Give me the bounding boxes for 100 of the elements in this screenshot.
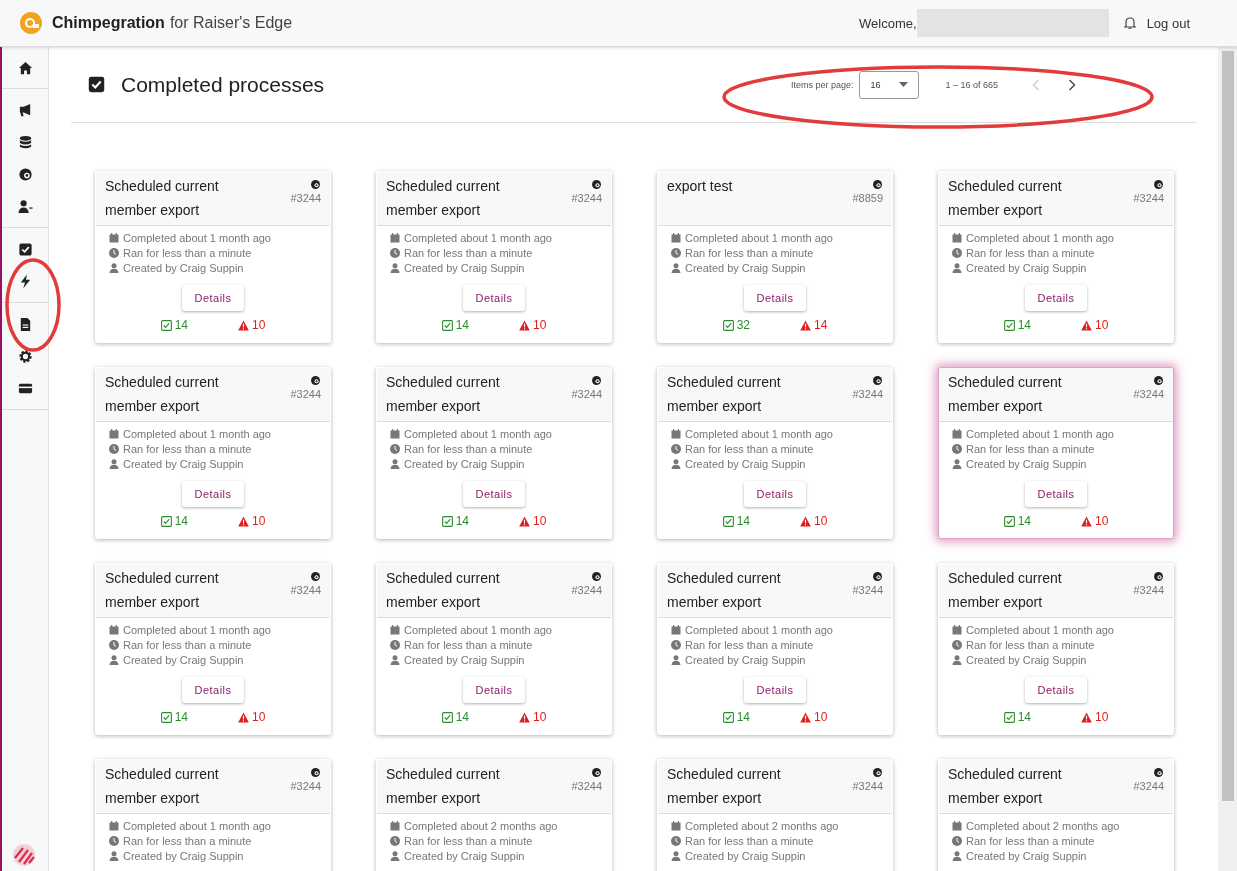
calendar-icon <box>952 233 962 243</box>
user-icon <box>952 263 962 273</box>
check-square-icon <box>1003 711 1015 723</box>
check-square-icon <box>1003 319 1015 331</box>
process-id: #3244 <box>571 192 602 204</box>
process-id: #3244 <box>852 584 883 596</box>
clock-icon <box>952 444 962 454</box>
items-per-page-label: Items per page: <box>790 79 854 90</box>
warning-count: 10 <box>814 514 828 528</box>
process-id: #3244 <box>1133 584 1164 596</box>
calendar-icon <box>952 625 962 635</box>
card-title: Scheduled current member export <box>386 177 501 220</box>
details-button[interactable]: Details <box>463 481 525 507</box>
process-id: #3244 <box>852 780 883 792</box>
details-button[interactable]: Details <box>1025 481 1087 507</box>
user-icon <box>952 459 962 469</box>
details-button[interactable]: Details <box>463 677 525 703</box>
logo-icon <box>20 12 42 34</box>
calendar-icon <box>671 821 681 831</box>
creator-text: Created by Craig Suppin <box>404 262 525 274</box>
warning-icon <box>238 515 249 527</box>
calendar-icon <box>109 821 119 831</box>
bell-icon[interactable] <box>1122 16 1137 30</box>
details-button[interactable]: Details <box>182 285 244 311</box>
completed-text: Completed about 1 month ago <box>685 624 833 636</box>
stripes-logo-icon <box>12 843 36 867</box>
card-title: Scheduled current member export <box>105 569 220 612</box>
creator-text: Created by Craig Suppin <box>966 654 1087 666</box>
process-id: #3244 <box>571 388 602 400</box>
user-icon <box>390 655 400 665</box>
success-count: 32 <box>736 318 750 332</box>
calendar-icon <box>390 821 400 831</box>
success-count: 14 <box>1017 318 1031 332</box>
completed-text: Completed about 1 month ago <box>123 428 271 440</box>
chevron-left-icon <box>1032 78 1040 91</box>
clock-icon <box>952 836 962 846</box>
check-square-icon <box>441 319 453 331</box>
completed-text: Completed about 1 month ago <box>404 232 552 244</box>
duration-text: Ran for less than a minute <box>966 443 1095 455</box>
completed-text: Completed about 1 month ago <box>966 232 1114 244</box>
clock-icon <box>952 640 962 650</box>
details-button[interactable]: Details <box>1025 285 1087 311</box>
completed-text: Completed about 1 month ago <box>685 428 833 440</box>
clock-icon <box>390 836 400 846</box>
warning-count: 10 <box>1095 710 1109 724</box>
warning-icon <box>519 319 530 331</box>
creator-text: Created by Craig Suppin <box>123 458 244 470</box>
warning-count: 10 <box>533 514 547 528</box>
clock-icon <box>671 836 681 846</box>
user-icon <box>390 459 400 469</box>
success-count: 14 <box>1017 514 1031 528</box>
details-button[interactable]: Details <box>182 677 244 703</box>
completed-text: Completed about 2 months ago <box>966 820 1120 832</box>
calendar-icon <box>671 233 681 243</box>
success-count: 14 <box>455 514 469 528</box>
warning-count: 10 <box>533 710 547 724</box>
calendar-icon <box>952 429 962 439</box>
check-square-icon <box>722 711 734 723</box>
duration-text: Ran for less than a minute <box>685 639 814 651</box>
check-square-icon <box>441 515 453 527</box>
details-button[interactable]: Details <box>744 285 806 311</box>
creator-text: Created by Craig Suppin <box>966 262 1087 274</box>
user-icon <box>671 263 681 273</box>
warning-icon <box>800 711 811 723</box>
duration-text: Ran for less than a minute <box>404 835 533 847</box>
completed-text: Completed about 2 months ago <box>685 820 839 832</box>
card-title: Scheduled current member export <box>667 569 782 612</box>
duration-text: Ran for less than a minute <box>966 835 1095 847</box>
success-count: 14 <box>1017 710 1031 724</box>
card-title: Scheduled current member export <box>948 177 1063 220</box>
details-button[interactable]: Details <box>463 285 525 311</box>
card-title: Scheduled current member export <box>948 373 1063 416</box>
details-button[interactable]: Details <box>182 481 244 507</box>
success-count: 14 <box>736 514 750 528</box>
calendar-icon <box>390 233 400 243</box>
scrollbar[interactable] <box>1218 47 1237 871</box>
page-size-select[interactable]: 16 <box>859 70 920 99</box>
card-title: export test <box>667 177 734 196</box>
creator-text: Created by Craig Suppin <box>966 458 1087 470</box>
app-name: Chimpegration <box>52 14 165 32</box>
details-button[interactable]: Details <box>744 481 806 507</box>
calendar-icon <box>109 625 119 635</box>
warning-icon <box>1081 711 1092 723</box>
details-button[interactable]: Details <box>1025 677 1087 703</box>
process-id: #3244 <box>571 584 602 596</box>
process-id: #3244 <box>852 388 883 400</box>
details-button[interactable]: Details <box>744 677 806 703</box>
warning-icon <box>238 319 249 331</box>
completed-text: Completed about 2 months ago <box>404 820 558 832</box>
completed-text: Completed about 1 month ago <box>123 624 271 636</box>
duration-text: Ran for less than a minute <box>404 639 533 651</box>
duration-text: Ran for less than a minute <box>123 247 252 259</box>
check-square-icon <box>160 319 172 331</box>
card-title: Scheduled current member export <box>105 765 220 808</box>
clock-icon <box>390 444 400 454</box>
logout-link[interactable]: Log out <box>1146 15 1190 31</box>
card-title: Scheduled current member export <box>105 373 220 416</box>
page-title: Completed processes <box>121 72 325 97</box>
success-count: 14 <box>455 710 469 724</box>
calendar-icon <box>390 429 400 439</box>
